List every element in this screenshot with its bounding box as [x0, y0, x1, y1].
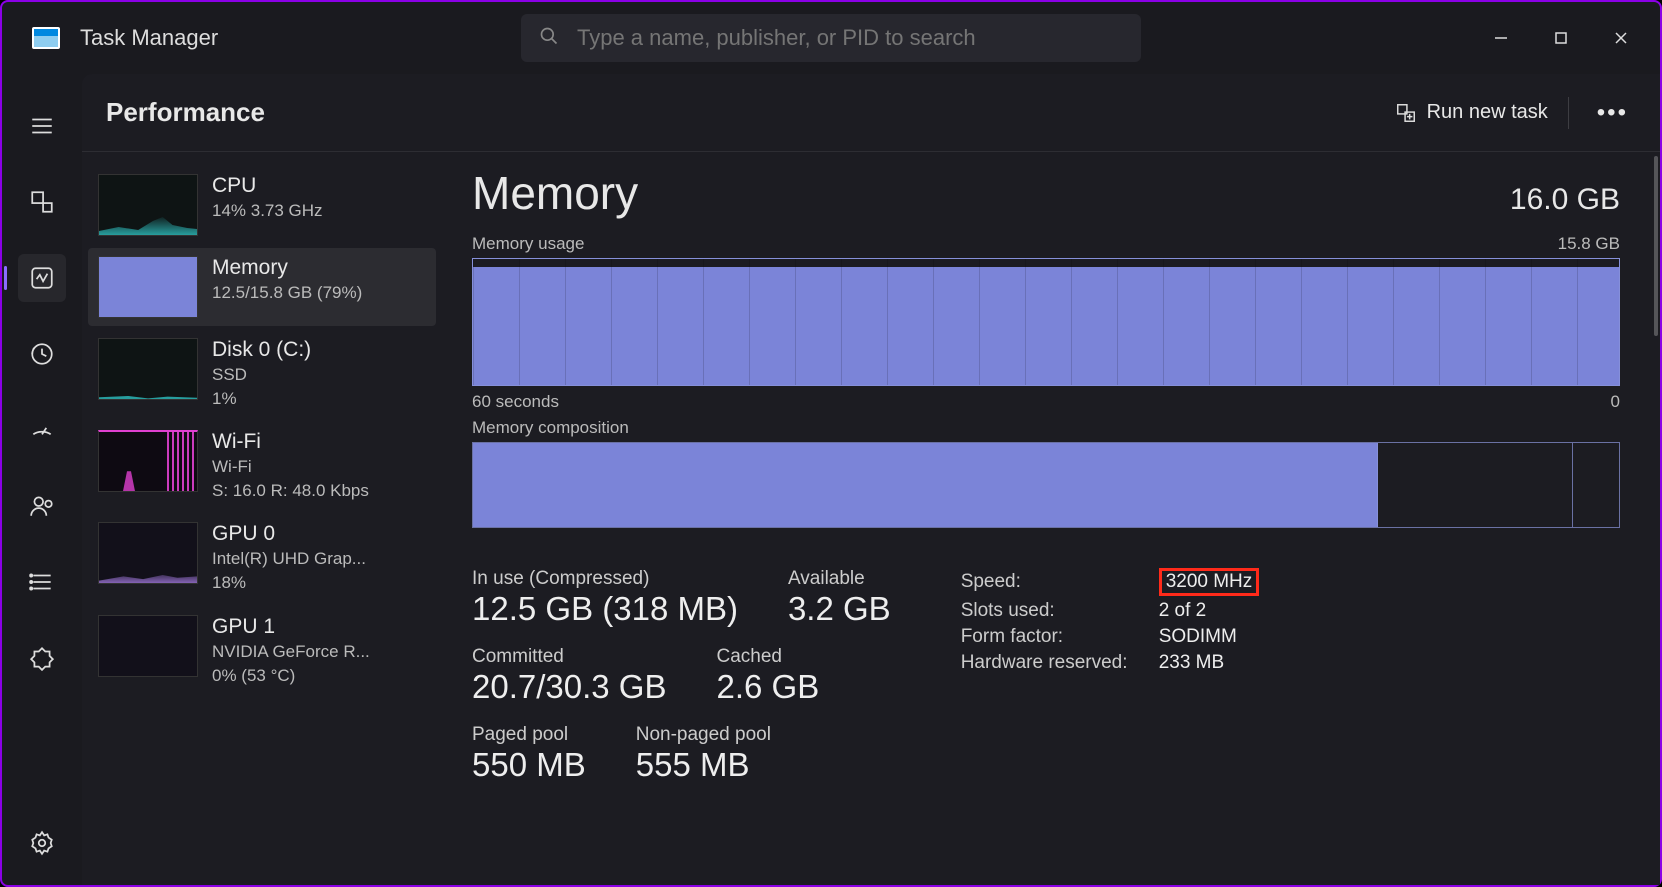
speed-label: Speed: — [961, 571, 1141, 593]
wifi-thumb-icon — [98, 430, 198, 492]
detail-title: Memory — [472, 166, 638, 220]
search-input[interactable] — [577, 25, 1123, 51]
inuse-label: In use (Compressed) — [472, 568, 738, 590]
nav-processes[interactable] — [18, 178, 66, 226]
sidebar-item-sub2: 1% — [212, 388, 311, 410]
sidebar-item-sub: NVIDIA GeForce R... — [212, 641, 370, 663]
chart-grid — [473, 259, 1619, 385]
available-value: 3.2 GB — [788, 590, 891, 628]
sidebar-item-sub: SSD — [212, 364, 311, 386]
sidebar-item-sub2: 0% (53 °C) — [212, 665, 370, 687]
sidebar-item-memory[interactable]: Memory 12.5/15.8 GB (79%) — [88, 248, 436, 326]
chart-usage-label: Memory usage — [472, 234, 584, 254]
composition-used — [473, 443, 1378, 527]
more-options-button[interactable]: ••• — [1589, 99, 1636, 127]
nav-details[interactable] — [18, 558, 66, 606]
main: Performance Run new task ••• CPU — [82, 74, 1660, 885]
form-label: Form factor: — [961, 626, 1141, 648]
nonpaged-label: Non-paged pool — [636, 724, 771, 746]
body: Performance Run new task ••• CPU — [2, 74, 1660, 885]
cpu-thumb-icon — [98, 174, 198, 236]
memory-thumb-icon — [98, 256, 198, 318]
nav-startup[interactable] — [18, 406, 66, 454]
form-value: SODIMM — [1159, 626, 1237, 648]
sidebar-item-label: CPU — [212, 174, 323, 198]
app-icon — [32, 27, 60, 49]
slots-label: Slots used: — [961, 600, 1141, 622]
cached-value: 2.6 GB — [716, 668, 819, 706]
slots-value: 2 of 2 — [1159, 600, 1207, 622]
inuse-value: 12.5 GB (318 MB) — [472, 590, 738, 628]
sidebar-item-label: Disk 0 (C:) — [212, 338, 311, 362]
titlebar: Task Manager — [2, 2, 1660, 74]
axis-right: 0 — [1611, 392, 1620, 412]
available-label: Available — [788, 568, 891, 590]
divider — [1568, 97, 1569, 129]
sidebar-item-wifi[interactable]: Wi-Fi Wi-Fi S: 16.0 R: 48.0 Kbps — [88, 422, 436, 510]
paged-value: 550 MB — [472, 746, 586, 784]
nav-services[interactable] — [18, 634, 66, 682]
chart-usage-max: 15.8 GB — [1558, 234, 1620, 254]
sidebar-item-label: GPU 1 — [212, 615, 370, 639]
window-controls — [1472, 14, 1650, 62]
sidebar-item-sub2: S: 16.0 R: 48.0 Kbps — [212, 480, 369, 502]
sidebar-item-label: Memory — [212, 256, 362, 280]
sidebar-item-sub: Wi-Fi — [212, 456, 369, 478]
nav-users[interactable] — [18, 482, 66, 530]
memory-usage-chart[interactable] — [472, 258, 1620, 386]
search-box[interactable] — [521, 14, 1141, 62]
hamburger-button[interactable] — [18, 102, 66, 150]
window: Task Manager Performance — [0, 0, 1662, 887]
chart-composition-label: Memory composition — [472, 418, 629, 438]
detail-total: 16.0 GB — [1510, 183, 1620, 217]
perf-sidebar: CPU 14% 3.73 GHz Memory 12.5/15.8 GB (79… — [82, 152, 442, 885]
committed-value: 20.7/30.3 GB — [472, 668, 666, 706]
gpu0-thumb-icon — [98, 522, 198, 584]
sidebar-item-cpu[interactable]: CPU 14% 3.73 GHz — [88, 166, 436, 244]
sidebar-item-disk0[interactable]: Disk 0 (C:) SSD 1% — [88, 330, 436, 418]
nonpaged-value: 555 MB — [636, 746, 771, 784]
app-title: Task Manager — [80, 25, 218, 51]
scrollbar[interactable] — [1654, 156, 1658, 336]
close-button[interactable] — [1592, 14, 1650, 62]
speed-value: 3200 MHz — [1159, 568, 1260, 596]
sidebar-item-sub: 14% 3.73 GHz — [212, 200, 323, 222]
stats-col-right: Speed: 3200 MHz Slots used: 2 of 2 Form … — [961, 568, 1260, 802]
stats-col-left: In use (Compressed) 12.5 GB (318 MB) Ava… — [472, 568, 891, 802]
reserved-label: Hardware reserved: — [961, 652, 1141, 674]
paged-label: Paged pool — [472, 724, 586, 746]
gpu1-thumb-icon — [98, 615, 198, 677]
cached-label: Cached — [716, 646, 819, 668]
nav-rail — [2, 74, 82, 885]
axis-left: 60 seconds — [472, 392, 559, 412]
composition-free — [1573, 443, 1619, 527]
run-task-icon — [1395, 102, 1417, 124]
run-task-label: Run new task — [1427, 101, 1548, 124]
detail-pane: Memory 16.0 GB Memory usage 15.8 GB 60 s… — [442, 152, 1660, 885]
committed-label: Committed — [472, 646, 666, 668]
sidebar-item-gpu0[interactable]: GPU 0 Intel(R) UHD Grap... 18% — [88, 514, 436, 602]
minimize-button[interactable] — [1472, 14, 1530, 62]
sidebar-item-sub2: 18% — [212, 572, 366, 594]
sidebar-item-gpu1[interactable]: GPU 1 NVIDIA GeForce R... 0% (53 °C) — [88, 607, 436, 695]
disk-thumb-icon — [98, 338, 198, 400]
run-new-task-button[interactable]: Run new task — [1395, 101, 1548, 124]
reserved-value: 233 MB — [1159, 652, 1224, 674]
composition-modified — [1378, 443, 1573, 527]
stats-grid: In use (Compressed) 12.5 GB (318 MB) Ava… — [472, 568, 1620, 802]
sidebar-item-sub: Intel(R) UHD Grap... — [212, 548, 366, 570]
sidebar-item-label: GPU 0 — [212, 522, 366, 546]
nav-settings[interactable] — [18, 819, 66, 867]
page-title: Performance — [106, 97, 265, 128]
sidebar-item-label: Wi-Fi — [212, 430, 369, 454]
maximize-button[interactable] — [1532, 14, 1590, 62]
sidebar-item-sub: 12.5/15.8 GB (79%) — [212, 282, 362, 304]
nav-app-history[interactable] — [18, 330, 66, 378]
page-header: Performance Run new task ••• — [82, 74, 1660, 152]
nav-performance[interactable] — [18, 254, 66, 302]
memory-composition-chart[interactable] — [472, 442, 1620, 528]
search-icon — [539, 26, 559, 51]
content: CPU 14% 3.73 GHz Memory 12.5/15.8 GB (79… — [82, 152, 1660, 885]
